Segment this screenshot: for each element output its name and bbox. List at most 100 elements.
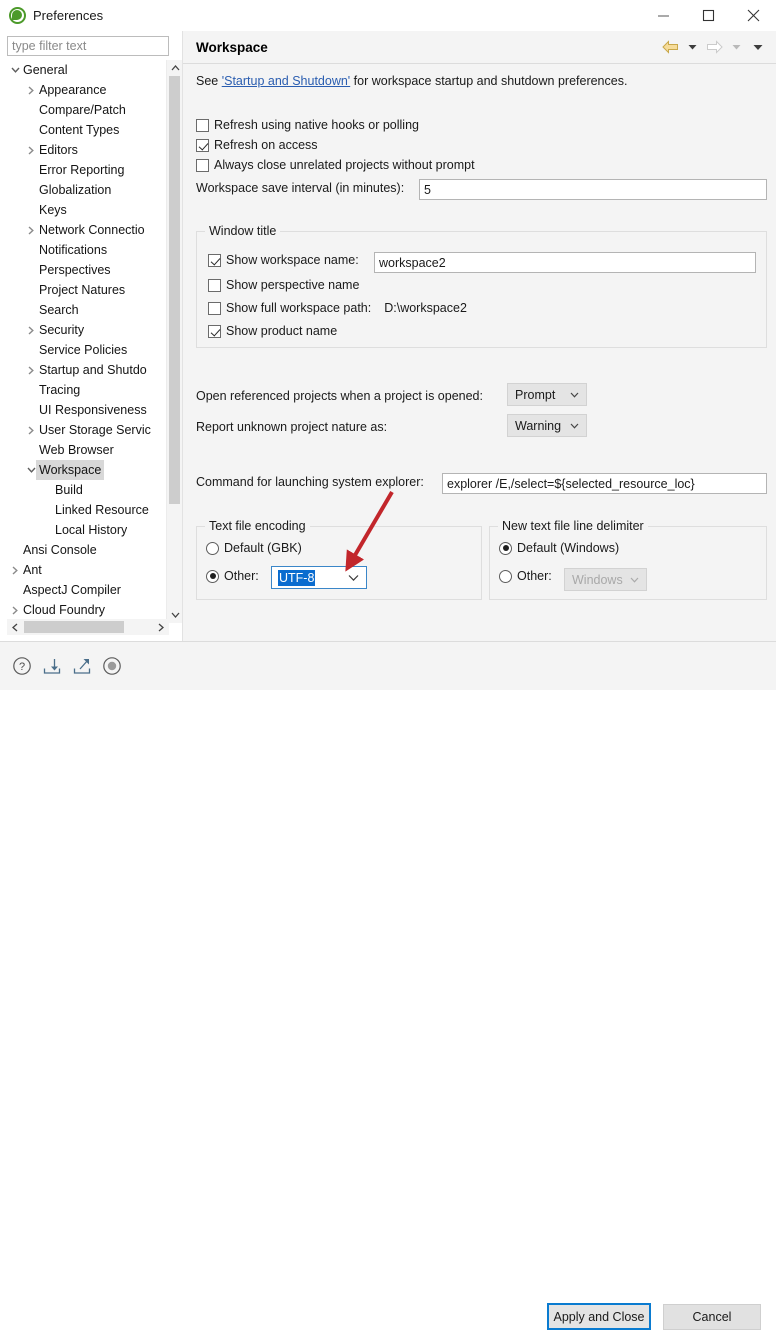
scroll-down-icon[interactable]: [167, 607, 183, 623]
chevron-right-icon[interactable]: [7, 566, 23, 575]
open-referenced-combo[interactable]: Prompt: [507, 383, 587, 406]
preferences-main-panel: Workspace S: [183, 31, 776, 641]
svg-text:?: ?: [19, 661, 25, 673]
tree-item-search[interactable]: Search: [7, 300, 169, 320]
line-delimiter-other-combo: Windows: [564, 568, 647, 591]
tree-item-label: General: [23, 60, 67, 80]
checkbox-show-perspective-name[interactable]: Show perspective name: [208, 278, 359, 292]
minimize-icon[interactable]: [641, 0, 686, 31]
checkbox-refresh-native-hooks[interactable]: Refresh using native hooks or polling: [196, 118, 419, 132]
checkbox-icon[interactable]: [196, 139, 209, 152]
tree-item-globalization[interactable]: Globalization: [7, 180, 169, 200]
tree-vertical-scrollbar[interactable]: [166, 60, 182, 623]
export-icon[interactable]: [72, 656, 92, 676]
import-icon[interactable]: [42, 656, 62, 676]
checkbox-show-product-name[interactable]: Show product name: [208, 324, 337, 338]
radio-encoding-other[interactable]: Other:: [206, 569, 259, 583]
radio-icon[interactable]: [499, 570, 512, 583]
chevron-down-icon: [630, 577, 639, 583]
tree-item-notifications[interactable]: Notifications: [7, 240, 169, 260]
chevron-right-icon[interactable]: [23, 426, 39, 435]
tree-item-error-reporting[interactable]: Error Reporting: [7, 160, 169, 180]
checkbox-icon[interactable]: [196, 119, 209, 132]
scroll-right-icon[interactable]: [153, 619, 169, 635]
forward-dropdown-icon[interactable]: [726, 36, 746, 58]
combo-value: Prompt: [515, 388, 555, 402]
page-title: Workspace: [196, 40, 268, 55]
tree-item-general[interactable]: General: [7, 60, 169, 80]
checkbox-show-workspace-name[interactable]: Show workspace name:: [208, 253, 359, 267]
save-interval-input[interactable]: [419, 179, 767, 200]
radio-encoding-default[interactable]: Default (GBK): [206, 541, 302, 555]
tree-item-ant[interactable]: Ant: [7, 560, 169, 580]
checkbox-icon[interactable]: [208, 325, 221, 338]
tree-item-compare-patch[interactable]: Compare/Patch: [7, 100, 169, 120]
startup-shutdown-link[interactable]: 'Startup and Shutdown': [222, 74, 350, 88]
chevron-down-icon[interactable]: [7, 67, 23, 73]
tree-item-cloud-foundry[interactable]: Cloud Foundry: [7, 600, 169, 620]
tree-item-editors[interactable]: Editors: [7, 140, 169, 160]
tree-scroll-thumb[interactable]: [169, 76, 180, 504]
tree-item-ui-responsiveness[interactable]: UI Responsiveness: [7, 400, 169, 420]
checkbox-icon[interactable]: [208, 302, 221, 315]
scroll-up-icon[interactable]: [167, 60, 183, 76]
tree-item-network-connectio[interactable]: Network Connectio: [7, 220, 169, 240]
tree-item-ansi-console[interactable]: Ansi Console: [7, 540, 169, 560]
back-dropdown-icon[interactable]: [682, 36, 702, 58]
tree-item-label: Build: [55, 480, 83, 500]
tree-item-build[interactable]: Build: [7, 480, 169, 500]
filter-input[interactable]: [7, 36, 169, 56]
explorer-command-input[interactable]: [442, 473, 767, 494]
radio-icon[interactable]: [206, 542, 219, 555]
report-unknown-combo[interactable]: Warning: [507, 414, 587, 437]
tree-horizontal-scrollbar[interactable]: [7, 619, 169, 635]
chevron-right-icon[interactable]: [23, 366, 39, 375]
checkbox-label: Refresh using native hooks or polling: [214, 118, 419, 132]
tree-item-tracing[interactable]: Tracing: [7, 380, 169, 400]
chevron-right-icon[interactable]: [23, 226, 39, 235]
chevron-right-icon[interactable]: [23, 146, 39, 155]
workspace-name-input[interactable]: [374, 252, 756, 273]
view-menu-icon[interactable]: [748, 36, 768, 58]
line-delimiter-group: New text file line delimiter Default (Wi…: [489, 526, 767, 600]
maximize-icon[interactable]: [686, 0, 731, 31]
scroll-left-icon[interactable]: [7, 619, 23, 635]
radio-delimiter-other[interactable]: Other:: [499, 569, 552, 583]
tree-item-workspace[interactable]: Workspace: [7, 460, 169, 480]
tree-item-project-natures[interactable]: Project Natures: [7, 280, 169, 300]
checkbox-close-unrelated-projects[interactable]: Always close unrelated projects without …: [196, 158, 475, 172]
cancel-button[interactable]: Cancel: [663, 1304, 761, 1330]
tree-item-service-policies[interactable]: Service Policies: [7, 340, 169, 360]
radio-icon[interactable]: [206, 570, 219, 583]
tree-hscroll-thumb[interactable]: [24, 621, 124, 633]
help-icon[interactable]: ?: [12, 656, 32, 676]
checkbox-refresh-on-access[interactable]: Refresh on access: [196, 138, 318, 152]
checkbox-icon[interactable]: [196, 159, 209, 172]
preferences-tree[interactable]: GeneralAppearanceCompare/PatchContent Ty…: [7, 60, 169, 623]
apply-and-close-button[interactable]: Apply and Close: [547, 1303, 651, 1330]
tree-item-content-types[interactable]: Content Types: [7, 120, 169, 140]
tree-item-linked-resource[interactable]: Linked Resource: [7, 500, 169, 520]
radio-icon[interactable]: [499, 542, 512, 555]
tree-item-local-history[interactable]: Local History: [7, 520, 169, 540]
tree-item-security[interactable]: Security: [7, 320, 169, 340]
tree-item-web-browser[interactable]: Web Browser: [7, 440, 169, 460]
chevron-right-icon[interactable]: [23, 86, 39, 95]
tree-item-perspectives[interactable]: Perspectives: [7, 260, 169, 280]
checkbox-icon[interactable]: [208, 279, 221, 292]
tree-item-appearance[interactable]: Appearance: [7, 80, 169, 100]
tree-item-user-storage-servic[interactable]: User Storage Servic: [7, 420, 169, 440]
tree-item-keys[interactable]: Keys: [7, 200, 169, 220]
chevron-right-icon[interactable]: [7, 606, 23, 615]
tree-item-aspectj-compiler[interactable]: AspectJ Compiler: [7, 580, 169, 600]
record-icon[interactable]: [102, 656, 122, 676]
back-arrow-icon[interactable]: [660, 36, 680, 58]
chevron-right-icon[interactable]: [23, 326, 39, 335]
tree-item-startup-and-shutdo[interactable]: Startup and Shutdo: [7, 360, 169, 380]
radio-delimiter-default[interactable]: Default (Windows): [499, 541, 619, 555]
text-file-encoding-other-combo[interactable]: UTF-8: [271, 566, 367, 589]
radio-label: Default (Windows): [517, 541, 619, 555]
checkbox-icon[interactable]: [208, 254, 221, 267]
checkbox-show-full-workspace-path[interactable]: Show full workspace path: D:\workspace2: [208, 301, 467, 315]
close-icon[interactable]: [731, 0, 776, 31]
